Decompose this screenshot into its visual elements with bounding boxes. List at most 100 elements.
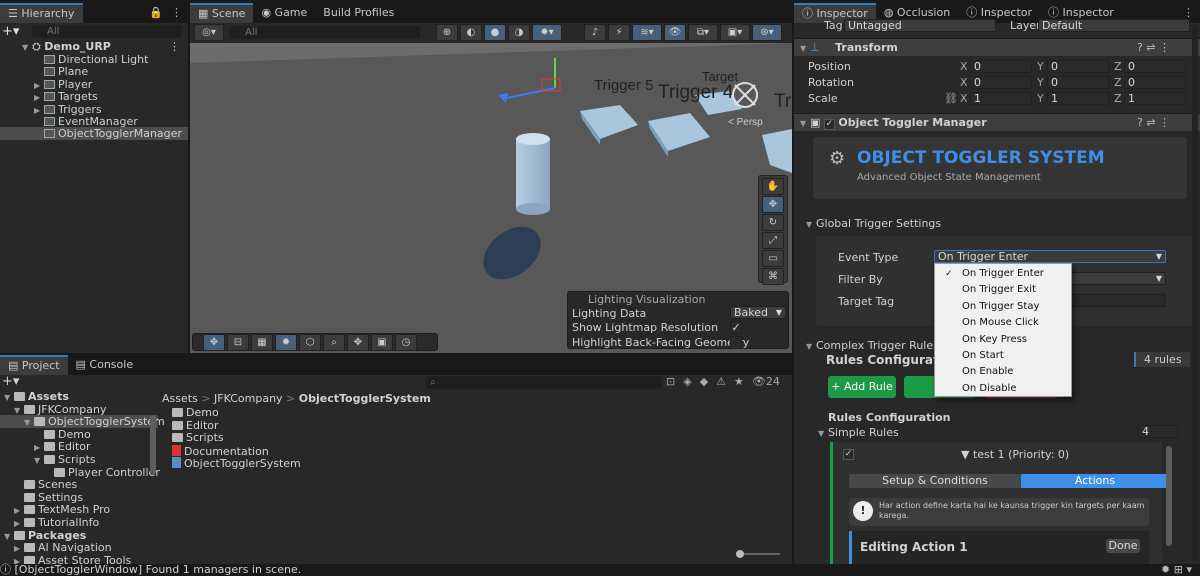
tab-hierarchy[interactable]: ☰ Hierarchy [0, 3, 83, 23]
layers-icon[interactable]: ≋▾ [632, 24, 662, 41]
tab-scene[interactable]: ▦ Scene [190, 3, 254, 23]
camera-icon[interactable]: ▣ [371, 334, 393, 351]
event-type-option[interactable]: On Mouse Click [935, 315, 1071, 331]
move-icon[interactable]: ✥ [203, 334, 225, 351]
component-header[interactable]: ▼ ▣ ✓ Object Toggler Manager ? ⇌ ⋮ [794, 113, 1200, 131]
rule-checkbox[interactable]: ✓ [843, 449, 854, 460]
simple-rules-count[interactable]: 4 [1138, 425, 1178, 438]
rect-tool-icon[interactable]: ▭ [762, 250, 784, 267]
nav-icon[interactable]: ⬡ [299, 334, 321, 351]
transform-header[interactable]: ▼ ⊥ Transform ? ⇌ ⋮ [794, 38, 1200, 56]
effects-icon[interactable]: ⚡ [608, 24, 630, 41]
event-type-option[interactable]: On Start [935, 348, 1071, 364]
project-tree-item[interactable]: Player Controller [0, 466, 160, 479]
backface-checkbox[interactable] [730, 336, 742, 349]
camera-icon[interactable]: ▣▾ [720, 24, 750, 41]
project-tree-item[interactable]: Settings [0, 491, 158, 504]
complex-foldout[interactable]: ▼ Complex Trigger Rules [806, 339, 939, 352]
project-tree-item[interactable]: ▼ Assets [0, 390, 158, 403]
persp-label[interactable]: < Persp [728, 117, 763, 128]
scale-tool-icon[interactable]: ⤢ [762, 232, 784, 249]
bug-icon[interactable]: ✹ [275, 334, 297, 351]
file-item[interactable]: Scripts [172, 431, 301, 445]
event-type-dropdown[interactable]: On Trigger Enter ▼ [934, 250, 1166, 263]
tab-setup-conditions[interactable]: Setup & Conditions [849, 474, 1021, 488]
rule-title[interactable]: ▼ test 1 (Priority: 0) [961, 448, 1069, 461]
transform-z-field[interactable]: 0 [1124, 76, 1186, 89]
hierarchy-item[interactable]: Directional Light [0, 53, 188, 66]
project-search-input[interactable]: ⌕ [426, 376, 662, 389]
event-type-option[interactable]: On Enable [935, 364, 1071, 380]
inspector-scrollbar[interactable] [1166, 446, 1172, 546]
transform-y-field[interactable]: 1 [1047, 92, 1109, 105]
tab-actions[interactable]: Actions [1021, 474, 1169, 488]
rotate-tool-icon[interactable]: ↻ [762, 214, 784, 231]
visibility-icon[interactable]: 👁 [664, 24, 686, 41]
hierarchy-item[interactable]: Plane [0, 65, 188, 78]
more-menu-icon[interactable]: ⋮ [169, 40, 180, 53]
project-tree-item[interactable]: ▼ JFKCompany [0, 403, 158, 416]
project-tree-item[interactable]: ▼ Scripts [0, 453, 158, 466]
enable-checkbox[interactable]: ✓ [823, 119, 835, 130]
type-filter-icon[interactable]: ◈ [683, 375, 691, 388]
global-foldout[interactable]: ▼ Global Trigger Settings [806, 217, 941, 230]
project-tree-item[interactable]: ▶ TutorialInfo [0, 516, 158, 529]
transform-x-field[interactable]: 0 [970, 60, 1032, 73]
lighting-data-dropdown[interactable]: Baked ▼ [730, 306, 786, 319]
lightmap-checkbox[interactable]: ✓ [730, 321, 742, 334]
project-tree-item[interactable]: ▶ Editor [0, 440, 158, 453]
event-type-option[interactable]: On Disable [935, 381, 1071, 397]
file-item[interactable]: ObjectTogglerSystem [172, 457, 301, 470]
add-icon[interactable]: +▾ [2, 25, 19, 38]
label-icon[interactable]: ◆ [700, 375, 708, 388]
hierarchy-search-input[interactable]: All [32, 25, 182, 38]
component-icons[interactable]: ? ⇌ ⋮ [1137, 114, 1170, 132]
transform-z-field[interactable]: 0 [1124, 60, 1186, 73]
warning-icon[interactable]: ⚠ [716, 375, 726, 388]
compass-icon[interactable]: ◷ [395, 334, 417, 351]
filter-icon[interactable]: ⊡ [666, 375, 675, 388]
project-tree-item[interactable]: ▼ ObjectTogglerSystem [0, 415, 165, 429]
event-type-option[interactable]: ✓ On Trigger Enter [935, 266, 1071, 282]
more-menu-icon[interactable]: ⋮ [171, 3, 182, 23]
project-tree-item[interactable]: ▶ TextMesh Pro [0, 503, 158, 516]
transform-y-field[interactable]: 0 [1047, 60, 1109, 73]
snap-icon[interactable]: ⊟ [227, 334, 249, 351]
event-type-option[interactable]: On Trigger Exit [935, 282, 1071, 298]
scene-search-input[interactable]: All [230, 26, 420, 39]
gizmos-icon[interactable]: ⊛▾ [752, 24, 782, 41]
tab-project[interactable]: ▤ Project [0, 355, 68, 375]
add-rule-button[interactable]: + Add Rule [828, 376, 896, 398]
grid-icon[interactable]: ▦ [251, 334, 273, 351]
draw-mode-icon[interactable]: ◎▾ [194, 24, 224, 41]
outer-scrollbar[interactable] [1192, 25, 1198, 561]
zoom-slider[interactable] [736, 550, 780, 558]
scene-root[interactable]: ▼ ⛭ Demo_URP ⋮ [0, 40, 188, 53]
simple-rules-foldout[interactable]: ▼ Simple Rules [818, 426, 899, 439]
move-icon[interactable]: ✥ [347, 334, 369, 351]
overlay-icon[interactable]: ⧉▾ [688, 24, 718, 41]
transform-y-field[interactable]: 0 [1047, 76, 1109, 89]
shaded-icon[interactable]: ● [484, 24, 506, 41]
hand-tool-icon[interactable]: ✋ [762, 178, 784, 195]
debug-icon[interactable]: ✹▾ [532, 24, 562, 41]
move-tool-icon[interactable]: ✥ [762, 196, 784, 213]
tree-scrollbar[interactable] [150, 415, 156, 475]
link-icon[interactable]: ⛓ [944, 92, 958, 105]
search-icon[interactable]: ⌕ [323, 334, 345, 351]
transform-x-field[interactable]: 1 [970, 92, 1032, 105]
globe-icon[interactable]: ⊕ [436, 24, 458, 41]
tab-console[interactable]: ▤ Console [68, 355, 142, 375]
hierarchy-item[interactable]: ▶ Triggers [0, 103, 188, 116]
hierarchy-item[interactable]: ObjectTogglerManager [0, 127, 188, 141]
done-button[interactable]: Done [1106, 539, 1140, 553]
project-tree-item[interactable]: ▼ Packages [0, 529, 158, 542]
event-type-option[interactable]: On Key Press [935, 332, 1071, 348]
tab-build-profiles[interactable]: Build Profiles [315, 3, 402, 23]
hierarchy-item[interactable]: ▶ Player [0, 78, 188, 91]
lock-icon[interactable]: 🔒 [149, 3, 163, 23]
transform-x-field[interactable]: 0 [970, 76, 1032, 89]
lighting-icon[interactable]: ◑ [508, 24, 530, 41]
hierarchy-item[interactable]: ▶ Targets [0, 90, 188, 103]
wireframe-icon[interactable]: ◐ [460, 24, 482, 41]
